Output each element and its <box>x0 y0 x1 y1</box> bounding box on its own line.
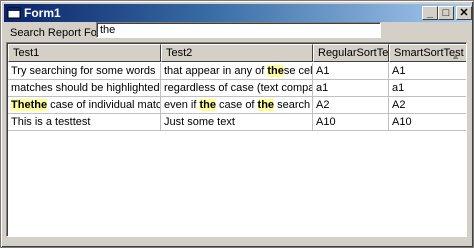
sort-ascending-icon: ▲ <box>451 51 460 61</box>
match-highlight: the <box>257 99 275 111</box>
cell-text: case of <box>215 99 258 111</box>
cell-text: search is diffe <box>277 99 312 111</box>
column-header-test2[interactable]: Test2 <box>161 44 313 62</box>
table-cell: even if the case of the search is diffe <box>161 97 313 113</box>
table-cell: A2 <box>313 97 389 113</box>
table-cell: A1 <box>392 65 406 77</box>
cell-text: even if <box>164 99 200 111</box>
match-highlight: the <box>267 65 284 77</box>
table-cell: Thethe case of individual matches sh <box>8 97 161 113</box>
window-title: Form1 <box>24 6 61 20</box>
match-highlight: The <box>11 99 31 111</box>
column-header-smartsorttest[interactable]: SmartSortTest ▲ <box>389 44 466 62</box>
table-cell: A1 <box>313 63 389 79</box>
table-cell: a1 <box>392 82 405 94</box>
table-cell: Try searching for some words <box>8 63 161 79</box>
table-row[interactable]: Try searching for some words that appear … <box>8 63 466 80</box>
cell-text: This is a testtest <box>11 116 91 128</box>
cell-text: matches should be highlighted <box>11 82 160 94</box>
form1-window: Form1 _ □ ✕ Search Report For: Test1 Tes… <box>0 0 474 248</box>
table-row[interactable]: Thethe case of individual matches sheven… <box>8 97 466 114</box>
close-button[interactable]: ✕ <box>456 6 472 20</box>
cell-text: Just some text <box>164 116 235 128</box>
table-cell: A10 <box>313 114 389 130</box>
title-bar[interactable]: Form1 _ □ ✕ <box>4 4 472 22</box>
table-cell: that appear in any of these cells. <box>161 63 313 79</box>
table-row[interactable]: This is a testtest Just some text A10 A10 <box>8 114 466 131</box>
cell-text: Try searching for some words <box>11 65 156 77</box>
cell-text: that appear in any of <box>164 65 268 77</box>
match-highlight: the <box>30 99 48 111</box>
search-label: Search Report For: <box>10 27 104 39</box>
column-header-regularsorttest[interactable]: RegularSortTest <box>313 44 389 62</box>
table-cell: A2 <box>392 99 406 111</box>
table-row[interactable]: matches should be highlighted regardless … <box>8 80 466 97</box>
table-cell: regardless of case (text compare sear <box>161 80 313 96</box>
report-listview[interactable]: Test1 Test2 RegularSortTest SmartSortTes… <box>6 42 467 237</box>
cell-text: case of individual matches sh <box>50 99 161 111</box>
maximize-button[interactable]: □ <box>438 6 454 20</box>
match-highlight: the <box>199 99 216 111</box>
cell-text: se cells. <box>283 65 313 77</box>
table-cell: Just some text <box>161 114 313 130</box>
table-cell: This is a testtest <box>8 114 161 130</box>
table-cell: matches should be highlighted <box>8 80 161 96</box>
column-header-test1[interactable]: Test1 <box>8 44 161 62</box>
table-cell: a1 <box>313 80 389 96</box>
table-cell: A10 <box>392 116 412 128</box>
app-icon <box>7 7 21 19</box>
search-input[interactable] <box>96 22 381 38</box>
cell-text: regardless of case (text compare sear <box>164 82 312 94</box>
minimize-button[interactable]: _ <box>422 6 438 20</box>
